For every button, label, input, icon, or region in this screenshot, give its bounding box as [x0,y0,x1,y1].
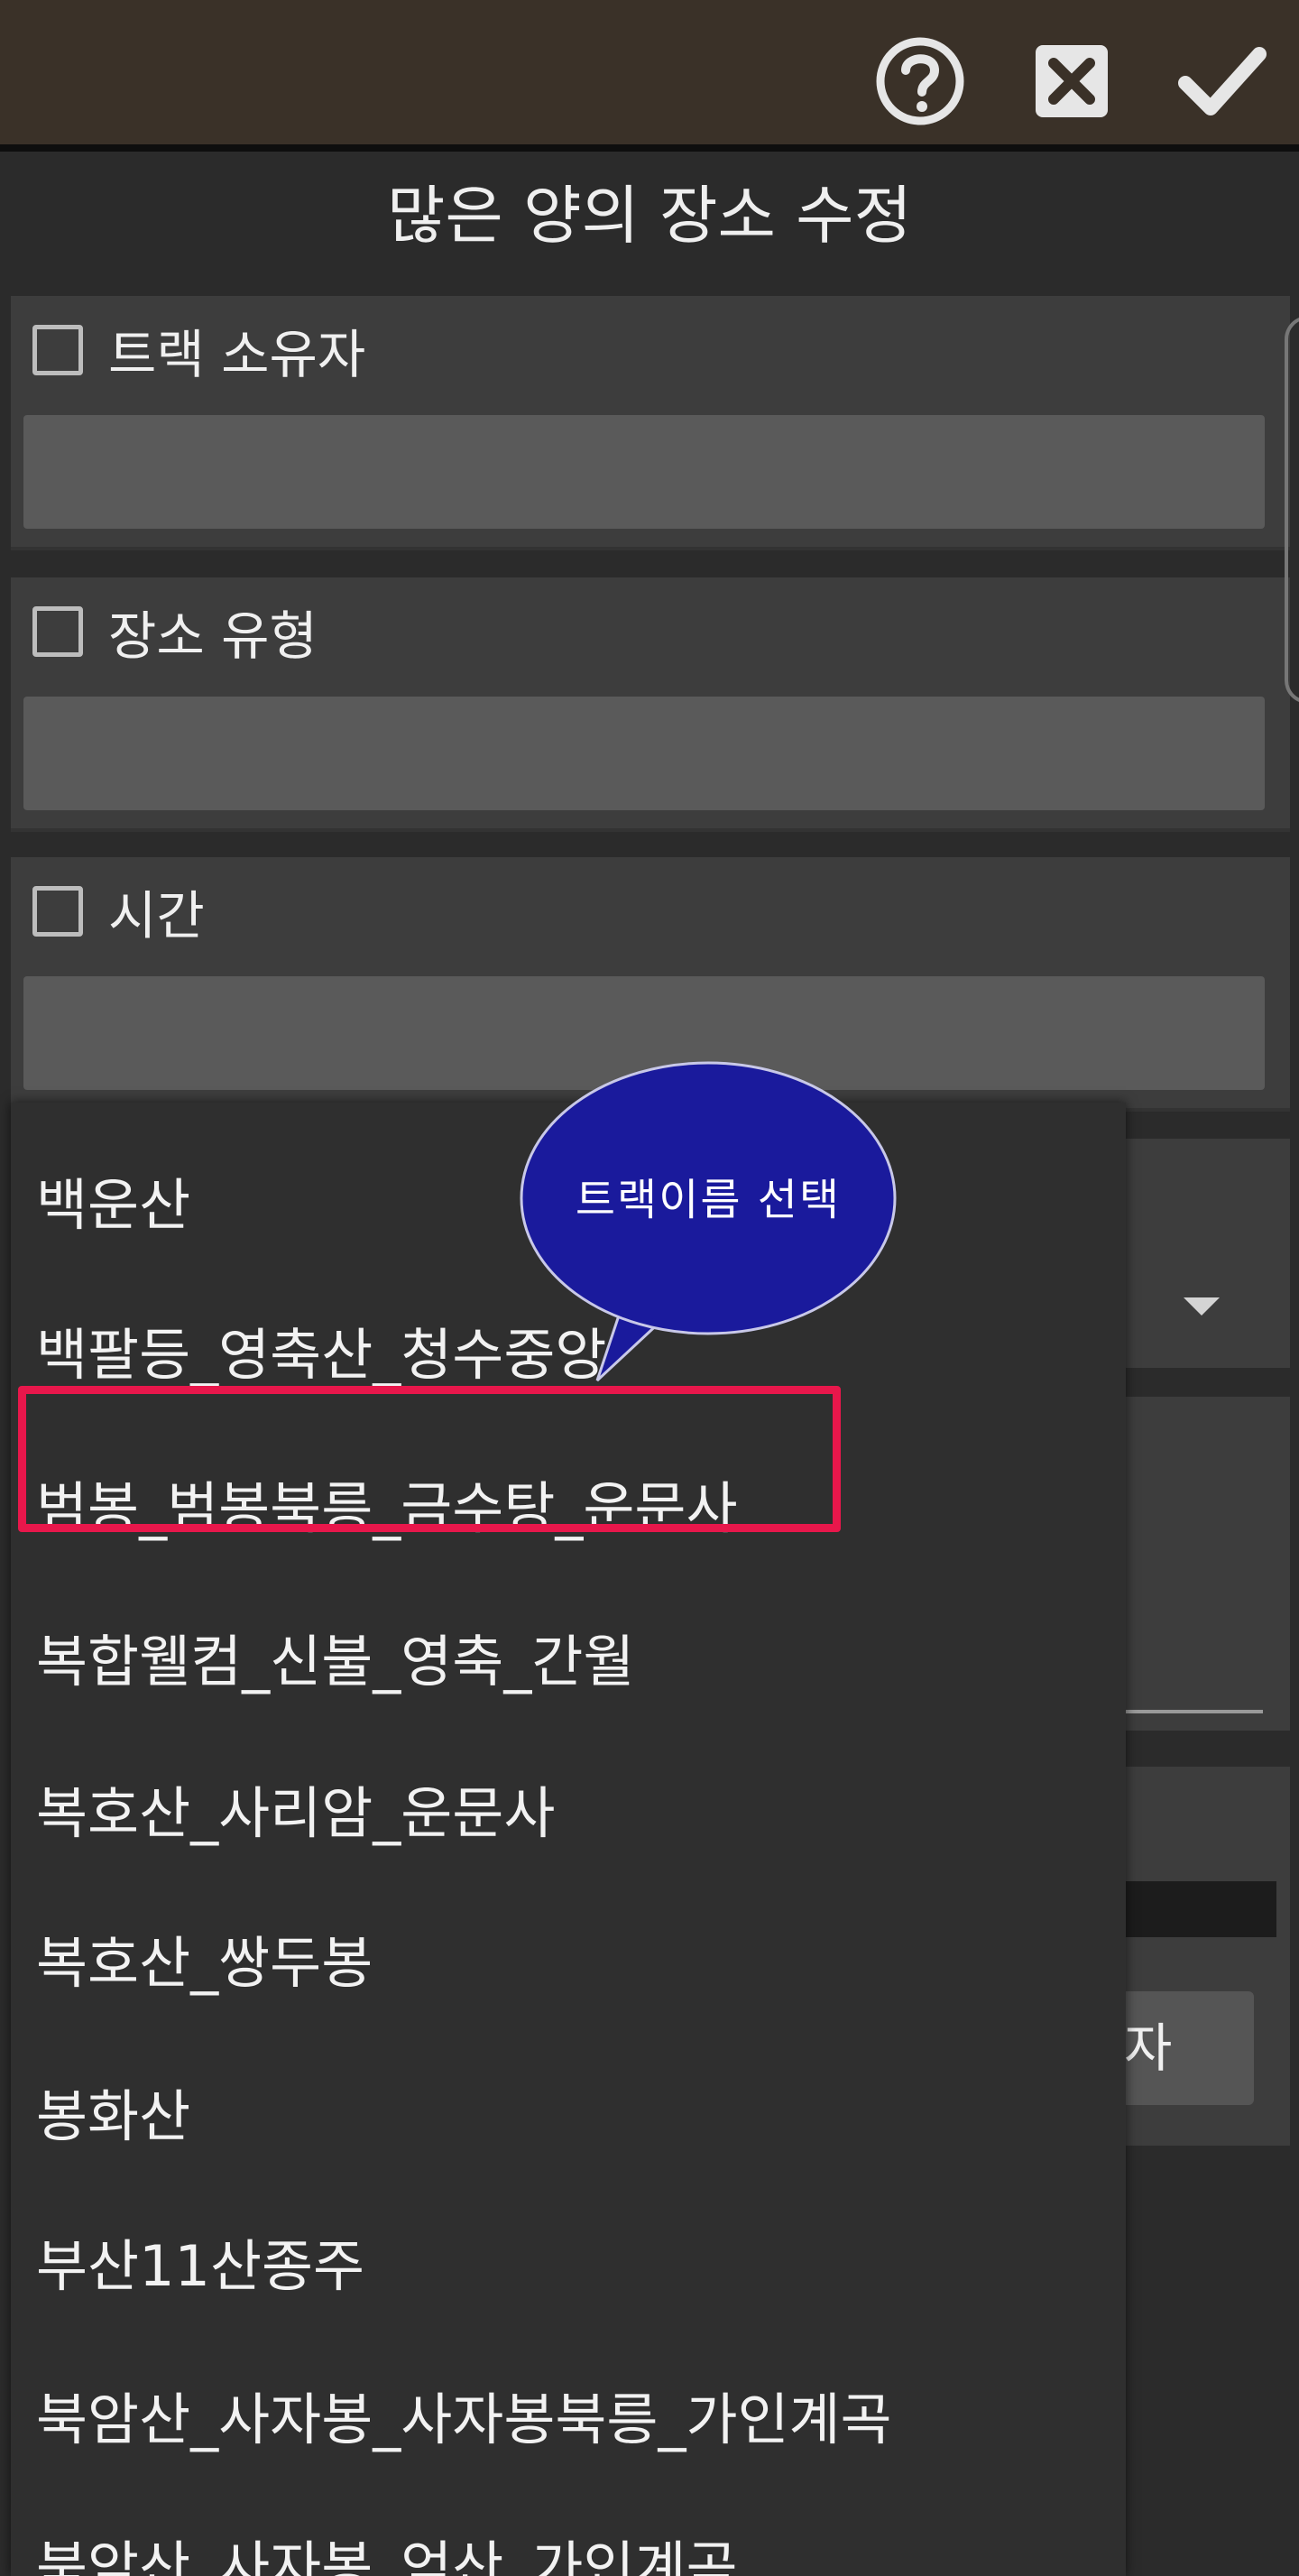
list-item[interactable]: 백운산 [36,1151,190,1260]
description-input-underline[interactable] [1126,1710,1263,1713]
track-owner-label: 트랙 소유자 [108,324,366,385]
bottom-panel-bar [1123,1881,1276,1937]
checkmark-icon[interactable] [1173,32,1270,130]
help-icon[interactable] [871,32,969,130]
place-type-checkbox[interactable] [32,606,83,657]
top-toolbar [0,0,1299,152]
close-icon[interactable] [1023,32,1120,130]
panel-place-type: 장소 유형 [11,577,1290,832]
list-item[interactable]: 북암산_사자봉_사자봉북릉_가인계곡 [36,2366,892,2474]
list-item[interactable]: 봉화산 [36,2063,190,2171]
panel-track-owner: 트랙 소유자 [11,296,1290,550]
scrollbar[interactable] [1285,316,1299,704]
list-item[interactable]: 복합웰컴_신불_영축_간월 [36,1608,634,1716]
chevron-down-icon[interactable] [1184,1297,1220,1316]
list-item[interactable]: 복호산_쌍두봉 [36,1909,373,2017]
track-owner-field[interactable] [23,415,1265,529]
callout-text: 트랙이름 선택 [575,1175,842,1225]
list-item[interactable]: 북암산_사자봉_억산_가인계곡 [36,2514,737,2576]
highlight-annotation-box [18,1386,841,1532]
list-item[interactable]: 복호산_사리암_운문사 [36,1759,555,1868]
list-item[interactable]: 부산11산종주 [36,2212,364,2321]
time-label: 시간 [108,885,205,946]
time-checkbox[interactable] [32,886,83,937]
bottom-panel-button[interactable]: 자 [1119,1991,1254,2105]
place-type-field[interactable] [23,697,1265,810]
place-type-label: 장소 유형 [108,605,318,667]
track-owner-checkbox[interactable] [32,325,83,375]
dialog-title: 많은 양의 장소 수정 [387,179,912,253]
